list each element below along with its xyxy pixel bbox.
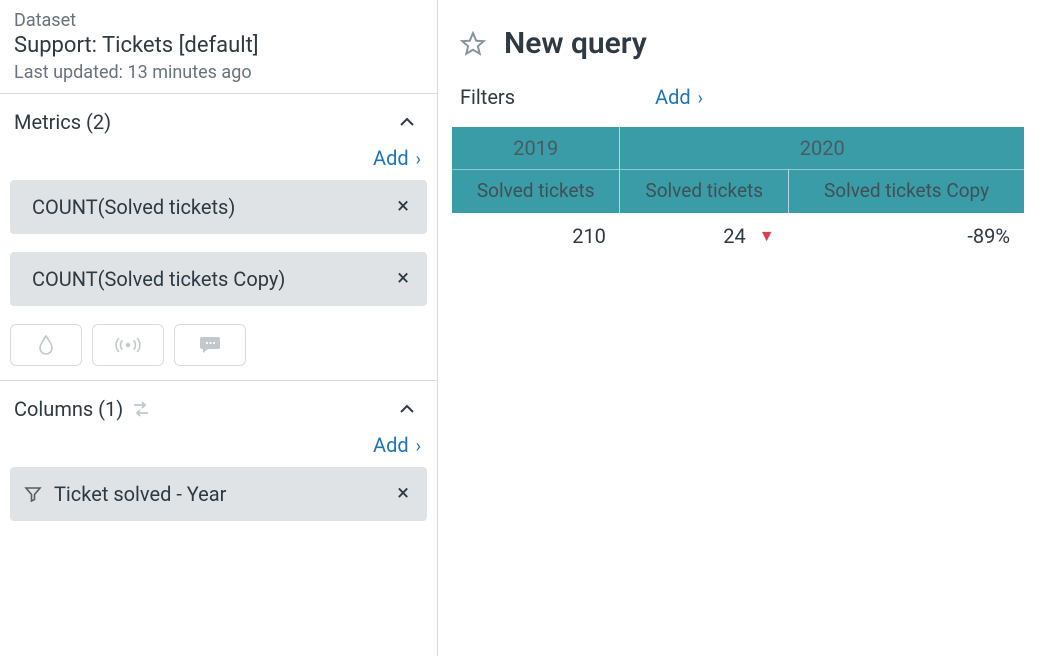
metric-item[interactable]: COUNT(Solved tickets) × <box>10 180 427 234</box>
columns-title: Columns (1) <box>14 397 123 421</box>
filters-add-label: Add <box>655 85 691 109</box>
cell-2020-copy: -89% <box>789 213 1024 259</box>
sidebar: Dataset Support: Tickets [default] Last … <box>0 0 438 656</box>
metrics-section: Metrics (2) Add › COUNT(Solved tickets) … <box>0 94 437 381</box>
header: New query <box>438 0 1049 79</box>
metric-label: COUNT(Solved tickets Copy) <box>32 267 285 291</box>
col-group-2020[interactable]: 2020 <box>620 127 1024 169</box>
cell-2019-solved: 210 <box>452 213 620 259</box>
column-label: Ticket solved - Year <box>54 482 226 506</box>
columns-add-link[interactable]: Add › <box>373 433 421 457</box>
col-group-2019[interactable]: 2019 <box>452 127 620 169</box>
chevron-right-icon: › <box>416 149 421 170</box>
columns-collapse-toggle[interactable] <box>399 401 423 417</box>
results-table: 2019 2020 Solved tickets Solved tickets … <box>452 127 1024 259</box>
chevron-right-icon: › <box>416 436 421 457</box>
filters-row: Filters Add › <box>438 79 1049 127</box>
table-header-row: Solved tickets Solved tickets Solved tic… <box>452 169 1024 213</box>
dataset-updated: Last updated: 13 minutes ago <box>14 62 423 83</box>
filter-icon <box>24 485 42 503</box>
metric-remove-button[interactable]: × <box>397 268 409 290</box>
chevron-up-icon <box>399 114 415 130</box>
page-title[interactable]: New query <box>504 26 647 61</box>
metric-label: COUNT(Solved tickets) <box>32 195 235 219</box>
metrics-title: Metrics (2) <box>14 110 111 134</box>
col-header[interactable]: Solved tickets Copy <box>789 169 1024 213</box>
metric-remove-button[interactable]: × <box>397 196 409 218</box>
column-remove-button[interactable]: × <box>397 483 409 505</box>
comment-icon <box>198 335 222 355</box>
cell-2020-solved: 24 ▼ <box>620 213 789 259</box>
columns-add-label: Add <box>373 433 409 457</box>
trend-down-icon: ▼ <box>759 226 775 246</box>
metric-icon-row <box>10 324 427 366</box>
filters-label: Filters <box>460 85 515 109</box>
swap-icon[interactable] <box>131 400 151 418</box>
comment-icon-button[interactable] <box>174 324 246 366</box>
metrics-collapse-toggle[interactable] <box>399 114 423 130</box>
col-header[interactable]: Solved tickets <box>452 169 620 213</box>
chevron-up-icon <box>399 401 415 417</box>
filters-add-link[interactable]: Add › <box>655 85 703 109</box>
column-item[interactable]: Ticket solved - Year × <box>10 467 427 521</box>
table-row: 210 24 ▼ -89% <box>452 213 1024 259</box>
chevron-right-icon: › <box>698 88 703 109</box>
dataset-name[interactable]: Support: Tickets [default] <box>14 33 423 58</box>
cell-value: 24 <box>723 224 745 248</box>
star-icon <box>460 31 486 57</box>
col-header[interactable]: Solved tickets <box>620 169 789 213</box>
favorite-button[interactable] <box>460 31 486 57</box>
broadcast-icon <box>114 335 142 355</box>
drop-icon <box>36 334 56 356</box>
dataset-label: Dataset <box>14 10 423 31</box>
metrics-add-link[interactable]: Add › <box>373 146 421 170</box>
dataset-block: Dataset Support: Tickets [default] Last … <box>0 0 437 94</box>
columns-section: Columns (1) Add › <box>0 381 437 535</box>
metric-item[interactable]: COUNT(Solved tickets Copy) × <box>10 252 427 306</box>
metrics-add-label: Add <box>373 146 409 170</box>
table-group-row: 2019 2020 <box>452 127 1024 169</box>
drop-icon-button[interactable] <box>10 324 82 366</box>
broadcast-icon-button[interactable] <box>92 324 164 366</box>
main-panel: New query Filters Add › 2019 2020 Solved… <box>438 0 1049 656</box>
